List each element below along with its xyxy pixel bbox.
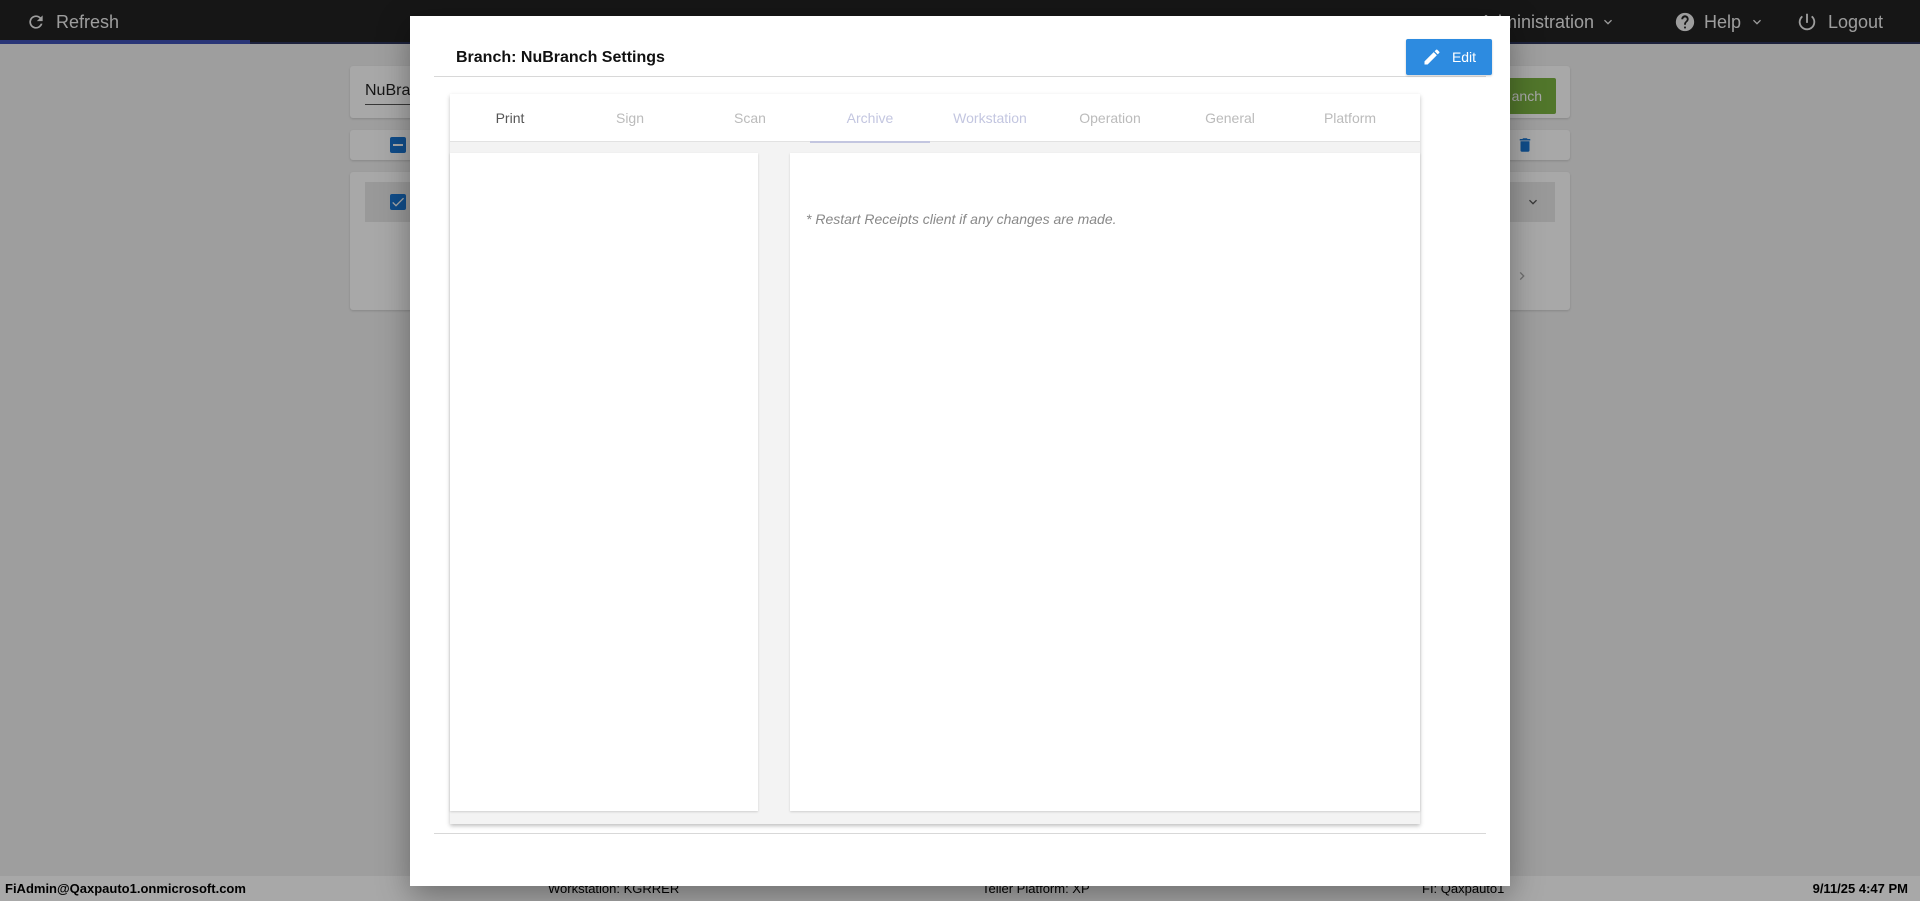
dialog-header: Branch: NuBranch Settings Edit xyxy=(434,37,1492,77)
tab-general[interactable]: General xyxy=(1170,94,1290,142)
tab-operation[interactable]: Operation xyxy=(1050,94,1170,142)
tab-scan[interactable]: Scan xyxy=(690,94,810,142)
dialog-body: Print Sign Scan Archive Workstation Oper… xyxy=(434,78,1486,834)
settings-tabs: Print Sign Scan Archive Workstation Oper… xyxy=(450,94,1420,143)
edit-button[interactable]: Edit xyxy=(1406,39,1492,75)
tab-workstation[interactable]: Workstation xyxy=(930,94,1050,142)
tab-print[interactable]: Print xyxy=(450,94,570,142)
branch-settings-dialog: Branch: NuBranch Settings Edit Print Sig… xyxy=(410,16,1510,886)
edit-label: Edit xyxy=(1451,49,1477,65)
dialog-title: Branch: NuBranch Settings xyxy=(456,49,665,66)
restart-note: * Restart Receipts client if any changes… xyxy=(806,211,1117,227)
settings-panel: Print Sign Scan Archive Workstation Oper… xyxy=(450,94,1420,824)
settings-detail-pane: * Restart Receipts client if any changes… xyxy=(790,153,1420,811)
pencil-icon xyxy=(1424,49,1440,65)
tab-sign[interactable]: Sign xyxy=(570,94,690,142)
tab-archive[interactable]: Archive xyxy=(810,94,930,143)
settings-list-pane xyxy=(450,153,758,811)
tab-platform[interactable]: Platform xyxy=(1290,94,1410,142)
